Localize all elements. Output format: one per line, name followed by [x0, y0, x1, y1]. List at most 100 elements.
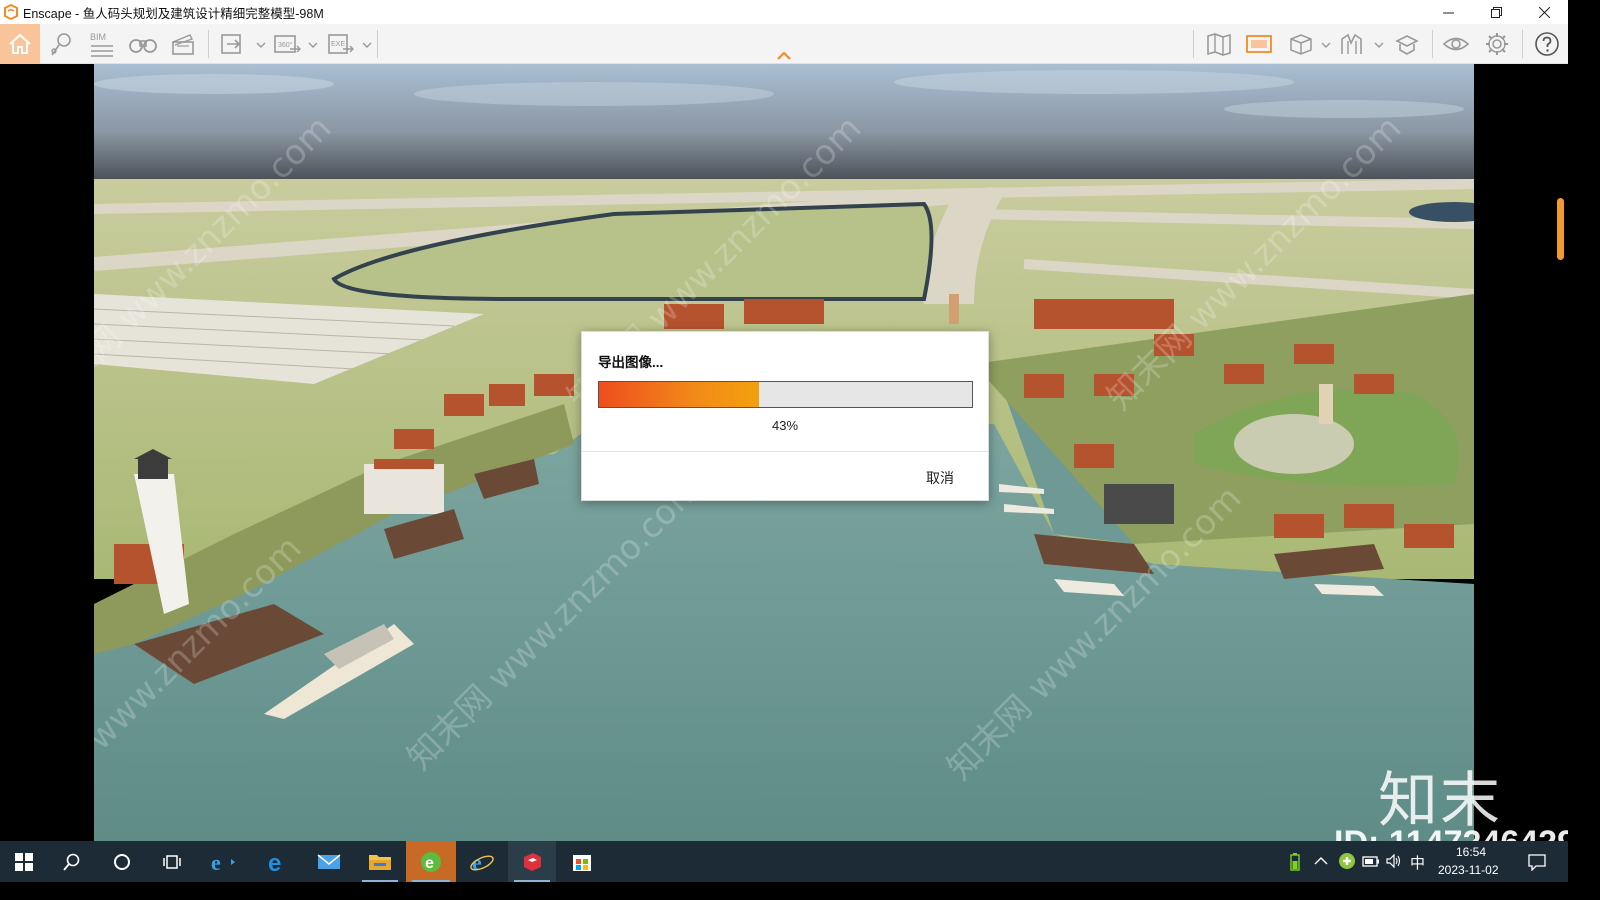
panorama-label: 360°: [278, 41, 293, 49]
notification-center-icon[interactable]: [1528, 853, 1546, 871]
taskbar-ie2-button[interactable]: e: [458, 841, 506, 882]
eye-icon: [1442, 37, 1470, 51]
viewport-letterbox-left: [0, 64, 94, 841]
edge-icon: e: [268, 850, 281, 874]
location-pin-icon: [51, 33, 71, 56]
task-view-button[interactable]: [148, 841, 196, 882]
running-indicator: [514, 880, 550, 882]
window-controls: [1424, 0, 1568, 24]
clock-date[interactable]: 2023-11-02: [1438, 863, 1499, 877]
toolbar-separator: [1432, 30, 1433, 58]
dialog-divider: [582, 451, 988, 452]
exe-export-icon: EXE: [328, 34, 354, 54]
ie-icon: e: [470, 850, 494, 874]
enscape-logo-icon: [4, 4, 18, 20]
search-icon: [63, 853, 80, 871]
standalone-export-button[interactable]: EXE: [326, 30, 356, 58]
enscape-window: Enscape - 鱼人码头规划及建筑设计精细完整模型-98M BIM 360°…: [0, 0, 1568, 882]
toolbar-separator: [377, 30, 378, 58]
close-icon: [1538, 6, 1550, 18]
chevron-down-icon[interactable]: [362, 40, 372, 50]
export-image-dialog: 导出图像... 43% 取消: [581, 331, 989, 501]
asset-library-button[interactable]: [1244, 30, 1274, 58]
visual-settings-button[interactable]: [1441, 30, 1471, 58]
home-button[interactable]: [0, 24, 40, 64]
cortana-icon: [114, 853, 130, 870]
running-indicator: [362, 880, 398, 882]
minimize-icon: [1442, 12, 1454, 13]
side-scroll-handle[interactable]: [1557, 198, 1564, 260]
bim-label: BIM: [90, 32, 106, 42]
export-progress-fill: [599, 382, 760, 407]
enscape-toolbar: BIM 360° EXE: [0, 24, 1568, 64]
chevron-down-icon[interactable]: [256, 40, 266, 50]
vr-button[interactable]: [128, 30, 158, 58]
taskbar-search-button[interactable]: [48, 841, 96, 882]
restore-icon: [1490, 6, 1502, 18]
windows-start-icon: [15, 852, 33, 871]
security-shield-icon[interactable]: [1338, 852, 1356, 870]
help-button[interactable]: [1532, 30, 1562, 58]
taskbar-store-button[interactable]: [558, 841, 606, 882]
sketchup-icon: [524, 852, 541, 871]
task-view-icon: [163, 854, 181, 869]
clock-time[interactable]: 16:54: [1456, 845, 1486, 859]
map-button[interactable]: [1204, 30, 1234, 58]
asset-library-icon: [1246, 35, 1272, 53]
ime-indicator[interactable]: 中: [1410, 852, 1425, 873]
cancel-button[interactable]: 取消: [914, 466, 966, 490]
toolbar-separator: [1522, 30, 1523, 58]
clapperboard-icon: [172, 34, 194, 55]
screenshot-export-icon: [221, 34, 241, 54]
taskbar-edge-button[interactable]: e: [254, 841, 302, 882]
views-button[interactable]: [46, 30, 76, 58]
svg-text:e: e: [211, 850, 221, 874]
video-editor-button[interactable]: [168, 30, 198, 58]
cloud-upload-icon: [1395, 35, 1419, 55]
toolbar-separator: [208, 30, 209, 58]
chevron-down-icon[interactable]: [308, 40, 318, 50]
restore-button[interactable]: [1472, 0, 1520, 24]
chevron-down-icon[interactable]: [1374, 40, 1384, 50]
taskbar-mail-button[interactable]: [305, 841, 353, 882]
progress-percent: 43%: [771, 418, 799, 433]
dialog-title: 导出图像...: [598, 355, 664, 370]
atmosphere-button[interactable]: [1338, 30, 1368, 58]
windows-taskbar: e e e e 中 16:54 2023-11-02: [0, 841, 1568, 882]
collapse-chevron-up-icon[interactable]: [776, 51, 792, 61]
panorama-360-icon: 360°: [274, 35, 301, 53]
svg-text:e: e: [425, 855, 434, 872]
window-title: Enscape - 鱼人码头规划及建筑设计精细完整模型-98M: [23, 6, 324, 21]
minimize-button[interactable]: [1424, 0, 1472, 24]
home-icon: [9, 33, 31, 54]
cortana-button[interactable]: [98, 841, 146, 882]
exe-label: EXE: [331, 41, 345, 48]
export-progress-bar: [598, 381, 973, 408]
settings-button[interactable]: [1482, 30, 1512, 58]
running-indicator: [412, 880, 450, 882]
mail-icon: [317, 853, 341, 869]
viewport-letterbox-right: [1474, 64, 1568, 841]
taskbar-ie-button[interactable]: e: [200, 841, 248, 882]
binoculars-icon: [129, 39, 157, 53]
toolbar-separator: [1193, 30, 1194, 58]
bim-button[interactable]: BIM: [86, 30, 116, 58]
panorama-button[interactable]: 360°: [272, 30, 302, 58]
taskbar-browser-button[interactable]: e: [406, 841, 456, 882]
cube-icon: [1290, 34, 1312, 55]
power-status-icon[interactable]: [1362, 854, 1380, 868]
close-button[interactable]: [1520, 0, 1568, 24]
volume-icon[interactable]: [1386, 854, 1402, 868]
screenshot-button[interactable]: [218, 30, 248, 58]
taskbar-sketchup-button[interactable]: [508, 841, 556, 882]
store-icon: [573, 854, 591, 871]
gear-icon: [1486, 33, 1508, 55]
start-button[interactable]: [0, 841, 48, 882]
tray-chevron-up-icon[interactable]: [1314, 856, 1328, 866]
taskbar-file-explorer-button[interactable]: [356, 841, 404, 882]
title-bar: Enscape - 鱼人码头规划及建筑设计精细完整模型-98M: [0, 0, 1568, 24]
upload-button[interactable]: [1392, 30, 1422, 58]
objects-button[interactable]: [1286, 30, 1316, 58]
help-icon: [1535, 32, 1559, 56]
chevron-down-icon[interactable]: [1321, 40, 1331, 50]
